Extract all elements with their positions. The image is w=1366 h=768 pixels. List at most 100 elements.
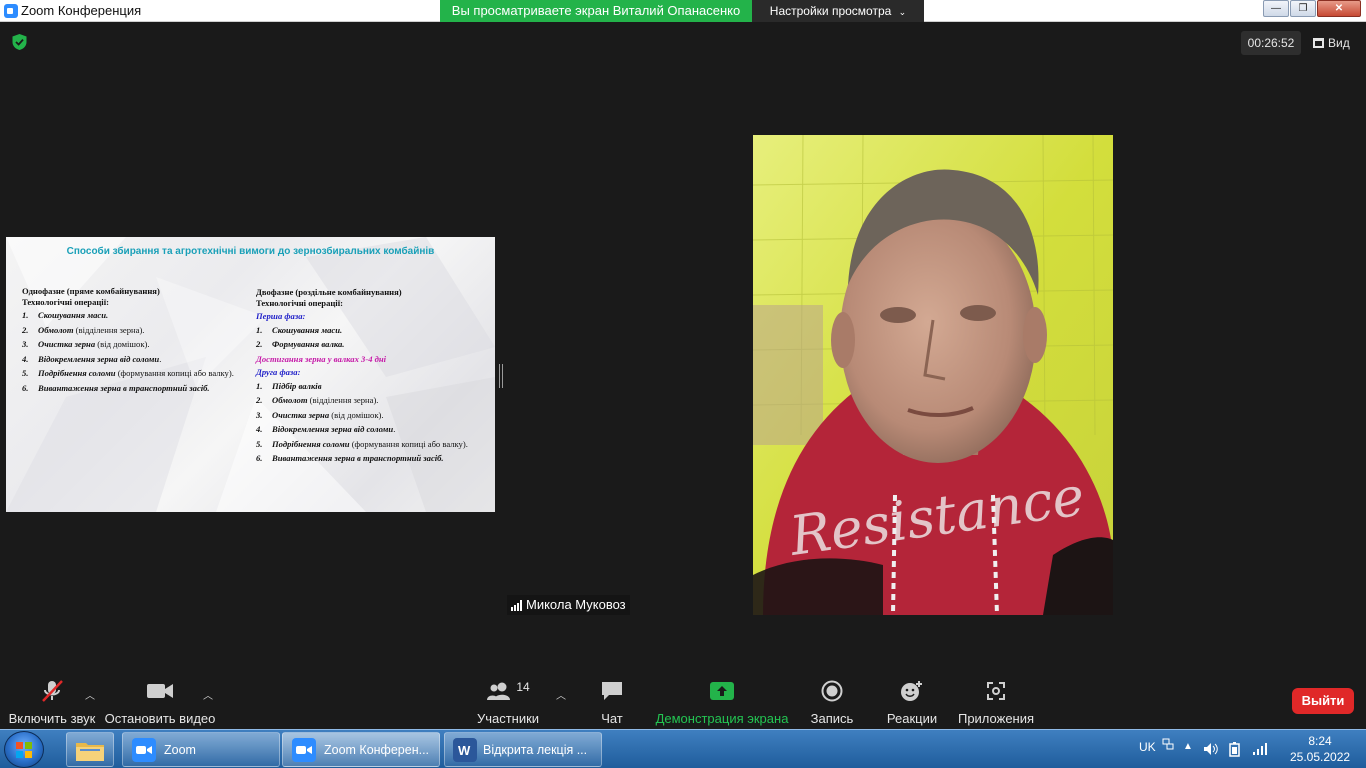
list-item-operation: Відокремлення зерна від соломи	[272, 424, 394, 434]
list-item-body: Скошування маси.	[272, 325, 478, 336]
list-item-operation: Обмолот	[272, 395, 308, 405]
phase-one-label: Перша фаза:	[256, 311, 306, 321]
signal-strength-icon	[511, 599, 522, 611]
volume-icon[interactable]	[1203, 742, 1219, 756]
stop-video-button[interactable]: Остановить видео	[104, 671, 216, 729]
list-item-note: (від домішок).	[95, 339, 150, 349]
list-item-note: (відділення зерна).	[307, 395, 379, 405]
title-bar: Zoom Конференция Вы просматриваете экран…	[0, 0, 1366, 22]
list-item-number: 5.	[22, 368, 29, 378]
taskbar-zoom[interactable]: Zoom	[122, 732, 280, 767]
clock-time: 8:24	[1308, 734, 1332, 748]
list-item: 4. Відокремлення зерна від соломи.	[22, 354, 240, 365]
slide-left-column: Однофазне (пряме комбайнування) Технолог…	[22, 286, 240, 397]
unmute-button[interactable]: Включить звук	[8, 671, 96, 729]
security-shield-icon[interactable]	[11, 33, 28, 51]
list-item-number: 1.	[256, 324, 263, 335]
meeting-toolbar: Включить звук ︿ Остановить видео ︿ 14 Уч…	[0, 671, 1366, 729]
share-screen-icon	[710, 682, 734, 700]
windows-taskbar: Zoom Zoom Конферен... W Відкрита лекція …	[0, 729, 1366, 768]
screen-share-banner: Вы просматриваете экран Виталий Опанасен…	[440, 0, 752, 22]
chat-button[interactable]: Чат	[588, 671, 636, 729]
list-item-number: 2.	[22, 324, 29, 335]
list-item-operation: Підбір валків	[272, 380, 322, 391]
list-item-operation: Скошування маси.	[38, 310, 109, 320]
list-item-number: 4.	[22, 353, 29, 364]
list-item-note: (формування копиці або валку).	[349, 438, 468, 449]
zoom-window: Zoom Конференция Вы просматриваете экран…	[0, 0, 1366, 768]
participants-label: Участники	[476, 711, 540, 726]
participant-name-tag: Микола Муковоз	[507, 595, 630, 615]
close-button[interactable]: ✕	[1317, 0, 1361, 17]
list-item-body: Обмолот (відділення зерна).	[38, 325, 240, 336]
leave-meeting-button[interactable]: Выйти	[1292, 688, 1354, 714]
window-controls: — ❐ ✕	[1262, 0, 1361, 18]
stop-video-label: Остановить видео	[104, 711, 216, 726]
record-label: Запись	[810, 711, 854, 726]
split-view-handle[interactable]	[499, 364, 503, 388]
right-heading: Двофазне (роздільне комбайнування)	[256, 287, 402, 297]
list-item-body: Відокремлення зерна від соломи.	[38, 354, 240, 365]
list-item-number: 3.	[256, 409, 263, 420]
share-screen-button[interactable]: Демонстрация экрана	[656, 671, 788, 729]
audio-options-caret-icon[interactable]: ︿	[85, 687, 95, 702]
meeting-timer: 00:26:52	[1241, 31, 1301, 55]
view-button[interactable]: Вид	[1313, 31, 1350, 55]
zoom-meeting-taskbar-icon	[292, 737, 316, 762]
taskbar-zoom-meeting[interactable]: Zoom Конферен...	[282, 732, 440, 767]
apps-button[interactable]: Приложения	[958, 671, 1034, 729]
shared-screen-slide: Способи збирання та агротехнічні вимоги …	[6, 237, 495, 512]
slide-title: Способи збирання та агротехнічні вимоги …	[66, 246, 435, 257]
record-icon	[821, 680, 843, 702]
list-item-body: Очистка зерна (від домішок).	[272, 410, 478, 421]
zoom-taskbar-icon	[132, 737, 156, 762]
list-item-body: Очистка зерна (від домішок).	[38, 339, 240, 350]
list-item: 2. Обмолот (відділення зерна).	[22, 325, 240, 336]
list-item-body: Подрібнення соломи (формування копиці аб…	[38, 368, 240, 379]
record-button[interactable]: Запись	[804, 671, 860, 729]
list-item-note: (відділення зерна).	[73, 324, 145, 335]
network-switch-icon[interactable]	[1162, 738, 1174, 750]
list-item-number: 5.	[256, 438, 263, 449]
participants-button[interactable]: 14 Участники	[472, 671, 544, 729]
start-button[interactable]	[4, 731, 44, 768]
reactions-smiley-icon	[901, 681, 922, 701]
language-indicator[interactable]: UK	[1139, 740, 1156, 754]
list-item-body: Обмолот (відділення зерна).	[272, 395, 478, 406]
window-title: Zoom Конференция	[21, 3, 142, 18]
video-camera-icon	[147, 684, 173, 698]
list-item-note: (від домішок).	[329, 409, 384, 420]
list-item: 5. Подрібнення соломи (формування копиці …	[256, 439, 478, 450]
list-item: 2. Обмолот (відділення зерна).	[256, 395, 478, 406]
share-screen-label: Демонстрация экрана	[655, 711, 789, 726]
reactions-button[interactable]: Реакции	[882, 671, 942, 729]
participants-options-caret-icon[interactable]: ︿	[556, 687, 566, 702]
unmute-label: Включить звук	[8, 711, 96, 726]
power-icon[interactable]	[1228, 741, 1242, 757]
list-item-number: 4.	[256, 424, 263, 434]
list-item-operation: Відокремлення зерна від соломи	[38, 353, 160, 364]
system-clock[interactable]: 8:24 25.05.2022	[1290, 733, 1350, 765]
show-hidden-icons-icon[interactable]: ▲	[1183, 741, 1193, 752]
signal-bars-icon[interactable]	[1252, 742, 1268, 756]
list-item-operation: Вивантаження зерна в транспортний засіб.	[272, 453, 444, 463]
minimize-button[interactable]: —	[1263, 0, 1289, 17]
list-item-number: 6.	[22, 382, 29, 393]
taskbar-word[interactable]: W Відкрита лекція ...	[444, 732, 602, 767]
list-item-body: Формування валка.	[272, 339, 478, 350]
chat-label: Чат	[601, 711, 623, 726]
taskbar-explorer[interactable]	[66, 732, 114, 767]
list-item-number: 2.	[256, 339, 263, 349]
list-item-operation: Вивантаження зерна в транспортний засіб.	[38, 382, 210, 393]
view-options-menu[interactable]: Настройки просмотра ⌄	[752, 0, 924, 22]
list-item: 6. Вивантаження зерна в транспортний засі…	[22, 383, 240, 394]
video-options-caret-icon[interactable]: ︿	[203, 687, 213, 702]
view-button-label: Вид	[1328, 36, 1350, 50]
list-item: 3. Очистка зерна (від домішок).	[22, 339, 240, 350]
list-item-operation: Обмолот	[38, 324, 74, 335]
maximize-button[interactable]: ❐	[1290, 0, 1316, 17]
phase-two-list: 1. Підбір валків 2. Обмолот (відділення зер…	[256, 381, 478, 464]
zoom-app-icon	[4, 4, 18, 18]
participants-icon	[487, 682, 511, 700]
participants-count: 14	[516, 680, 530, 694]
